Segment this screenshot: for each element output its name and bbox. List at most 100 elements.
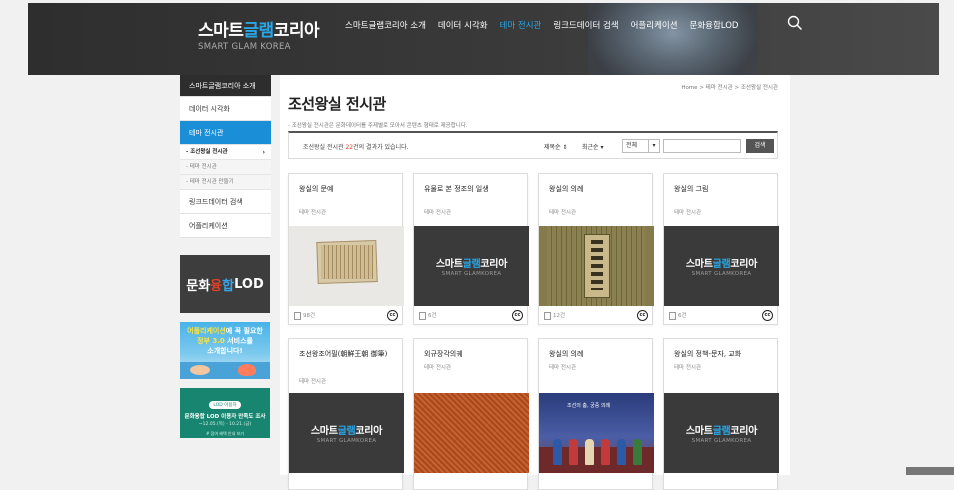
sort-by-title[interactable]: 제목순 ⇕ (544, 142, 568, 151)
page-title: 조선왕실 전시관 (288, 95, 386, 113)
nav-item-intro[interactable]: 스마트글램코리아 소개 (345, 19, 426, 31)
cc-license-icon: cc (637, 310, 648, 321)
nav-item-culture-lod[interactable]: 문화융합LOD (690, 19, 739, 31)
sidebar-item-linked-data-search[interactable]: 링크드데이터 검색 (180, 190, 271, 214)
result-toolbar: 조선왕실 전시관 22건의 결과가 있습니다. 제목순 ⇕ 최근순 ▾ 전체 ▾… (288, 131, 778, 159)
search-button[interactable]: 검색 (746, 139, 774, 153)
nav-item-linked-data-search[interactable]: 링크드데이터 검색 (553, 19, 618, 31)
card-title: 외규장각의궤 (424, 350, 463, 358)
cc-license-icon: cc (512, 310, 523, 321)
card-category: 테마 전시관 (674, 365, 702, 371)
placeholder-logo-image: 스마트글램코리아 SMART GLAMKOREA (664, 393, 779, 473)
banner-lod-text-3: 합 (222, 278, 235, 294)
banner-culture-lod[interactable]: 문화 융 합 LOD (180, 255, 270, 313)
card-title: 왕실의 문예 (299, 185, 334, 193)
gallery-card[interactable]: 조선왕조어필(朝鮮王朝 御筆) 테마 전시관 스마트글램코리아 SMART GL… (288, 338, 404, 490)
card-title: 왕실의 의례 (549, 350, 584, 358)
card-count: 6건 (669, 311, 687, 320)
document-icon (294, 311, 301, 320)
ceremony-caption: 조선의 춤, 궁중 의례 (567, 403, 611, 409)
chevron-down-icon: ▾ (648, 140, 659, 152)
placeholder-logo-image: 스마트글램코리아 SMART GLAMKOREA (664, 226, 779, 306)
site-logo[interactable]: 스마트글램코리아 SMART GLAM KOREA (198, 16, 320, 52)
sidebar-item-visualization[interactable]: 데이터 시각화 (180, 97, 271, 121)
logo-english: SMART GLAM KOREA (198, 42, 291, 52)
gallery-card[interactable]: 왕실의 정책-문자, 교화 테마 전시관 스마트글램코리아 SMART GLAM… (663, 338, 779, 490)
card-image (539, 226, 654, 306)
banner-gov30-service[interactable]: 어플리케이션에 꼭 필요한 정부 3.0 서비스를 소개합니다! (180, 322, 270, 379)
placeholder-logo-image: 스마트글램코리아 SMART GLAMKOREA (414, 226, 529, 306)
banner-lod-text-4: LOD (234, 276, 264, 292)
card-count: 12건 (544, 311, 565, 320)
nav-item-visualization[interactable]: 데이터 시각화 (438, 19, 488, 31)
card-footer: 6건 cc (414, 306, 529, 326)
filter-select[interactable]: 전체 ▾ (622, 139, 660, 153)
banner-lod-text-1: 문화 (186, 278, 211, 294)
banner-lod-survey[interactable]: LOD 이용자 문화융합 LOD 이용자 만족도 조사 ~12.05.(목) -… (180, 388, 270, 438)
card-image: 스마트글램코리아 SMART GLAMKOREA (289, 393, 404, 473)
gallery-card[interactable]: 왕실의 의례 테마 전시관 12건 cc (538, 173, 654, 325)
banner-app-line2: 정부 3.0 서비스를 (197, 337, 253, 345)
page-description: - 조선왕실 전시관은 문화데이터를 주제별로 모아서 콘텐츠 형태로 제공합니… (288, 123, 468, 129)
card-image (289, 226, 404, 306)
document-icon (669, 311, 676, 320)
card-image: 조선의 춤, 궁중 의례 (539, 393, 654, 473)
site-header: 스마트글램코리아 SMART GLAM KOREA 스마트글램코리아 소개 데이… (28, 3, 939, 75)
sort-by-recent[interactable]: 최근순 ▾ (582, 142, 603, 151)
sidebar-nav: 스마트글램코리아 소개 데이터 시각화 테마 전시관 - 조선왕실 전시관 › … (180, 75, 271, 238)
card-count: 6건 (419, 311, 437, 320)
nav-item-application[interactable]: 어플리케이션 (631, 19, 678, 31)
card-count: 98건 (294, 311, 315, 320)
sidebar-subitem-joseon-gallery[interactable]: - 조선왕실 전시관 › (180, 145, 271, 160)
top-bar: 스마트글램코리아 SMART GLAM KOREA 스마트글램코리아 소개 데이… (0, 0, 954, 75)
search-icon[interactable] (786, 14, 804, 32)
logo-part-1: 스마트 (198, 21, 244, 41)
document-icon (419, 311, 426, 320)
breadcrumb: Home > 테마 전시관 > 조선왕실 전시관 (681, 85, 778, 91)
sidebar-item-intro[interactable]: 스마트글램코리아 소개 (180, 75, 271, 97)
card-category: 테마 전시관 (549, 365, 577, 371)
banner-app-line3: 소개합니다! (207, 347, 243, 355)
card-category: 테마 전시관 (299, 210, 327, 216)
card-category: 테마 전시관 (299, 379, 327, 385)
card-image: 스마트글램코리아 SMART GLAMKOREA (664, 226, 779, 306)
logo-korean: 스마트글램코리아 (198, 16, 320, 41)
card-category: 테마 전시관 (424, 365, 452, 371)
chevron-right-icon: › (262, 149, 265, 156)
banner-survey-title: 문화융합 LOD 이용자 만족도 조사 (184, 414, 266, 420)
card-image (414, 393, 529, 473)
gallery-card[interactable]: 왕실의 그림 테마 전시관 스마트글램코리아 SMART GLAMKOREA 6… (663, 173, 779, 326)
sidebar-item-application[interactable]: 어플리케이션 (180, 214, 271, 238)
cc-license-icon: cc (762, 310, 773, 321)
silk-scroll-image (539, 226, 654, 306)
card-title: 왕실의 의례 (549, 185, 584, 193)
card-footer: 6건 cc (664, 306, 779, 326)
gallery-card[interactable]: 외규장각의궤 테마 전시관 (413, 338, 529, 490)
banner-survey-tag: LOD 이용자 (209, 401, 241, 409)
result-summary: 조선왕실 전시관 22건의 결과가 있습니다. (303, 144, 409, 151)
card-title: 조선왕조어필(朝鮮王朝 御筆) (299, 350, 388, 358)
sidebar-item-theme-gallery[interactable]: 테마 전시관 (180, 121, 271, 145)
card-category: 테마 전시관 (674, 210, 702, 216)
global-nav: 스마트글램코리아 소개 데이터 시각화 테마 전시관 링크드데이터 검색 어플리… (345, 19, 738, 31)
sidebar-subitem-theme-gallery[interactable]: - 테마 전시관 (180, 160, 271, 175)
ceremony-photo: 조선의 춤, 궁중 의례 (539, 393, 654, 473)
gallery-card[interactable]: 유물로 본 정조의 일생 테마 전시관 스마트글램코리아 SMART GLAMK… (413, 173, 529, 326)
banner-survey-date: ~12.05.(목) - 10.21.(금) (198, 422, 252, 427)
corner-thumbnail (906, 467, 954, 475)
banner-lod-text-2: 융 (210, 278, 223, 294)
sidebar-subitem-make-gallery[interactable]: - 테마 전시관 만들기 (180, 175, 271, 190)
card-footer: 98건 cc (289, 306, 404, 326)
logo-part-3: 코리아 (273, 21, 320, 41)
banner-app-line1: 어플리케이션에 꼭 필요한 (187, 327, 263, 335)
card-image: 스마트글램코리아 SMART GLAMKOREA (414, 226, 529, 306)
search-input[interactable] (663, 139, 741, 153)
banner-survey-footer: # 참여 혜택 안내 보기 (206, 431, 244, 436)
document-icon (544, 311, 551, 320)
old-book-image (289, 226, 404, 306)
gallery-card[interactable]: 왕실의 의례 테마 전시관 조선의 춤, 궁중 의례 (538, 338, 654, 490)
card-title: 왕실의 그림 (674, 185, 709, 193)
gallery-card[interactable]: 왕실의 문예 테마 전시관 98건 cc (288, 173, 404, 326)
nav-item-theme-gallery[interactable]: 테마 전시관 (500, 19, 542, 31)
cc-license-icon: cc (387, 310, 398, 321)
